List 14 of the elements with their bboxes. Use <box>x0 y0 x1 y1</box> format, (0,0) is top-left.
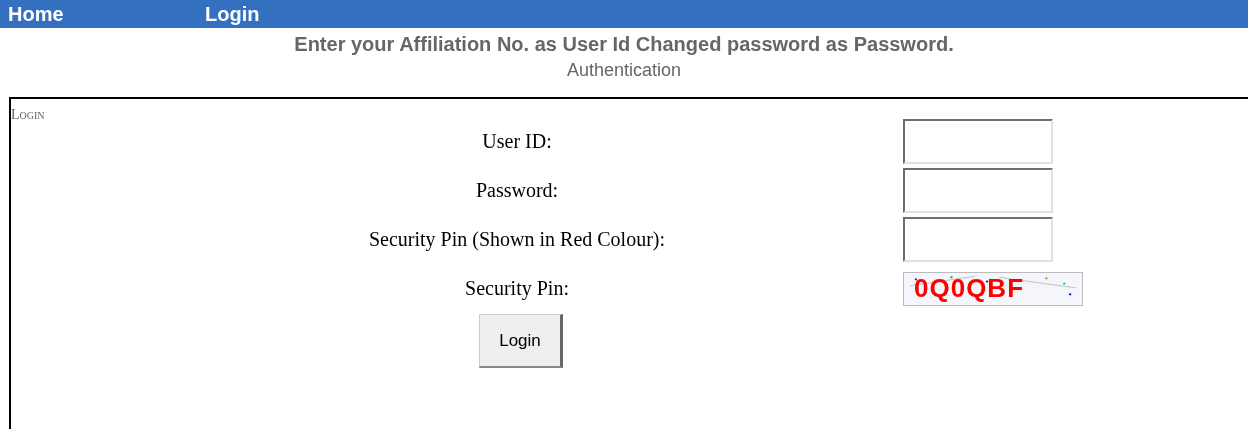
home-link[interactable]: Home <box>8 2 205 26</box>
panel-title: Login <box>11 106 45 123</box>
instruction-text: Enter your Affiliation No. as User Id Changed password as Password. <box>293 33 955 56</box>
login-link[interactable]: Login <box>205 2 260 26</box>
section-title: Authentication <box>565 60 683 81</box>
field-label: User ID: <box>481 130 553 153</box>
input-field[interactable] <box>903 217 1053 262</box>
field-label: Security Pin (Shown in Red Colour): <box>367 228 667 251</box>
field-label: Password: <box>474 179 560 202</box>
input-field[interactable] <box>903 168 1053 213</box>
login-button[interactable]: Login <box>479 314 563 368</box>
captcha-image: 0Q0QBF <box>903 271 1083 306</box>
field-label: Security Pin: <box>464 277 570 300</box>
input-field[interactable] <box>903 119 1053 164</box>
